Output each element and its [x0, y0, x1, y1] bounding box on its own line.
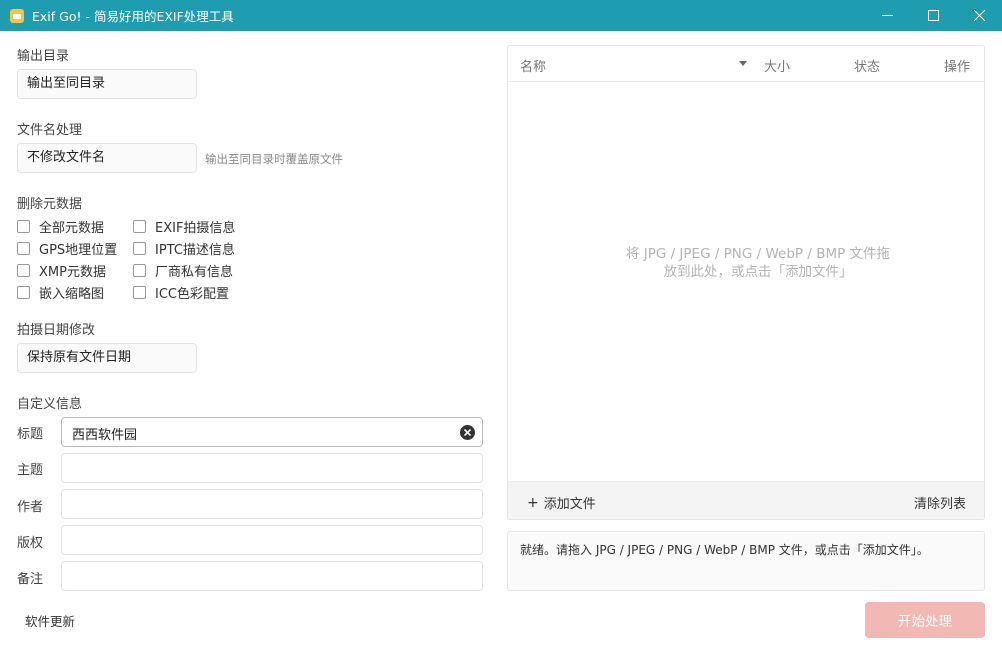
- shoot-date-label: 拍摄日期修改: [17, 323, 96, 338]
- table-header: 名称 大小 状态 操作: [508, 46, 984, 82]
- clear-input-icon[interactable]: [460, 425, 475, 440]
- checkbox-xmp[interactable]: XMP元数据: [17, 261, 106, 280]
- checkbox-box[interactable]: [17, 220, 30, 233]
- title-field[interactable]: 西西软件园: [61, 417, 483, 447]
- custom-info-label: 自定义信息: [17, 397, 83, 412]
- checkbox-iptc[interactable]: IPTC描述信息: [133, 239, 235, 258]
- plus-icon: +: [527, 494, 539, 511]
- maximize-icon: [927, 10, 939, 21]
- output-dir-select[interactable]: 输出至同目录: [17, 69, 197, 99]
- author-field[interactable]: [61, 489, 483, 519]
- checkbox-label: 厂商私有信息: [155, 265, 234, 280]
- title-field-value[interactable]: 西西软件园: [72, 424, 137, 443]
- checkbox-gps[interactable]: GPS地理位置: [17, 239, 117, 258]
- copyright-field[interactable]: [61, 525, 483, 555]
- window-controls: [864, 0, 1002, 31]
- checkbox-label: EXIF拍摄信息: [155, 221, 236, 236]
- checkbox-maker-notes[interactable]: 厂商私有信息: [133, 261, 233, 280]
- clear-list-button[interactable]: 清除列表: [914, 493, 966, 512]
- file-list-table[interactable]: 名称 大小 状态 操作 将 JPG / JPEG / PNG / WebP / …: [507, 45, 985, 520]
- start-processing-button[interactable]: 开始处理: [865, 602, 985, 638]
- app-photo-icon: [10, 8, 24, 23]
- checkbox-label: ICC色彩配置: [155, 287, 229, 302]
- checkbox-label: 全部元数据: [39, 221, 105, 236]
- checkbox-all-metadata[interactable]: 全部元数据: [17, 217, 104, 236]
- checkbox-box[interactable]: [133, 286, 146, 299]
- checkbox-box[interactable]: [17, 286, 30, 299]
- settings-panel: 输出目录 输出至同目录 文件名处理 不修改文件名 输出至同目录时覆盖原文件 删除…: [0, 31, 500, 651]
- checkbox-thumbnail[interactable]: 嵌入缩略图: [17, 283, 104, 302]
- status-log: 就绪。请拖入 JPG / JPEG / PNG / WebP / BMP 文件，…: [507, 531, 985, 591]
- filename-select[interactable]: 不修改文件名: [17, 143, 197, 173]
- subject-field[interactable]: [61, 453, 483, 483]
- column-size-header[interactable]: 大小: [764, 56, 790, 75]
- sort-down-icon[interactable]: [739, 61, 747, 66]
- add-files-button[interactable]: + 添加文件: [527, 493, 596, 513]
- title-bar: Exif Go! - 简易好用的EXIF处理工具: [0, 0, 1002, 31]
- notes-field-label: 备注: [17, 572, 44, 587]
- column-name-header[interactable]: 名称: [520, 56, 546, 75]
- add-files-label: 添加文件: [543, 497, 596, 512]
- close-button[interactable]: [956, 0, 1002, 31]
- empty-drop-hint: 将 JPG / JPEG / PNG / WebP / BMP 文件拖 放到此处…: [568, 245, 948, 281]
- column-status-header[interactable]: 状态: [854, 56, 880, 75]
- notes-field[interactable]: [61, 561, 483, 591]
- filename-label: 文件名处理: [17, 123, 83, 138]
- checkbox-label: XMP元数据: [39, 265, 106, 280]
- minimize-button[interactable]: [864, 0, 910, 31]
- title-field-label: 标题: [17, 427, 44, 442]
- checkbox-box[interactable]: [133, 264, 146, 277]
- checkbox-label: IPTC描述信息: [155, 243, 235, 258]
- close-icon: [973, 10, 985, 21]
- checkbox-exif[interactable]: EXIF拍摄信息: [133, 217, 235, 236]
- checkbox-box[interactable]: [17, 242, 30, 255]
- checkbox-box[interactable]: [133, 220, 146, 233]
- subject-field-label: 主题: [17, 463, 44, 478]
- window-title: Exif Go! - 简易好用的EXIF处理工具: [32, 9, 234, 24]
- checkbox-label: GPS地理位置: [39, 243, 118, 258]
- software-update-link[interactable]: 软件更新: [25, 611, 75, 630]
- shoot-date-select[interactable]: 保持原有文件日期: [17, 343, 197, 373]
- checkbox-box[interactable]: [17, 264, 30, 277]
- copyright-field-label: 版权: [17, 536, 44, 551]
- empty-hint-line2: 放到此处，或点击「添加文件」: [663, 264, 853, 280]
- checkbox-label: 嵌入缩略图: [39, 287, 105, 302]
- filename-hint: 输出至同目录时覆盖原文件: [205, 152, 343, 166]
- remove-meta-label: 删除元数据: [17, 197, 83, 212]
- column-action-header: 操作: [944, 60, 971, 75]
- empty-hint-line1: 将 JPG / JPEG / PNG / WebP / BMP 文件拖: [625, 246, 891, 262]
- maximize-button[interactable]: [910, 0, 956, 31]
- author-field-label: 作者: [17, 500, 44, 515]
- output-dir-label: 输出目录: [17, 49, 70, 64]
- table-footer: + 添加文件 清除列表: [508, 481, 984, 519]
- status-text: 就绪。请拖入 JPG / JPEG / PNG / WebP / BMP 文件，…: [520, 543, 929, 557]
- checkbox-box[interactable]: [133, 242, 146, 255]
- minimize-icon: [881, 15, 893, 16]
- checkbox-icc[interactable]: ICC色彩配置: [133, 283, 229, 302]
